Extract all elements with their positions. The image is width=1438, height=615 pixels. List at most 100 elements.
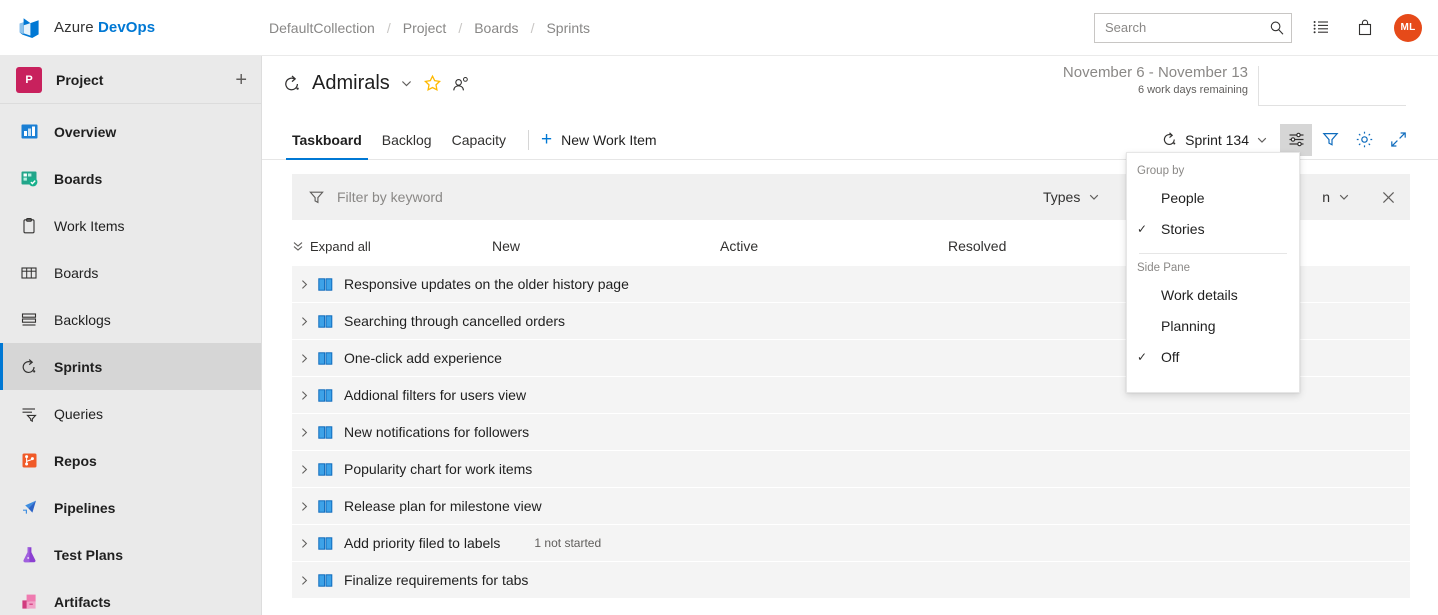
row-title: Searching through cancelled orders [344,313,565,329]
view-options-dropdown-menu: Group by People ✓ Stories Side Pane Work… [1126,152,1300,393]
user-story-icon [318,352,336,365]
settings-gear-icon[interactable] [1348,124,1380,156]
expand-row-chevron-icon[interactable] [300,279,318,290]
checkmark-icon: ✓ [1137,350,1161,364]
filter-pill-label: n [1322,189,1330,205]
expand-row-chevron-icon[interactable] [300,353,318,364]
sidebar-item-label: Queries [54,406,103,422]
table-row[interactable]: Finalize requirements for tabs [292,562,1410,599]
board-grid-icon [18,262,40,284]
sprint-icon [282,74,302,94]
search-icon[interactable] [1269,20,1285,36]
view-options-icon[interactable] [1280,124,1312,156]
dropdown-item-stories[interactable]: ✓ Stories [1127,213,1299,244]
expand-row-chevron-icon[interactable] [300,464,318,475]
sidebar-item-queries[interactable]: Queries [0,390,261,437]
sidebar-item-work-items[interactable]: Work Items [0,202,261,249]
tab-backlog[interactable]: Backlog [372,120,442,160]
dropdown-item-planning[interactable]: Planning [1127,310,1299,341]
boards-hub-icon [18,168,40,190]
dropdown-item-label: Planning [1161,318,1216,334]
team-members-icon[interactable] [452,75,470,93]
column-header-active: Active [720,238,948,254]
user-story-icon [318,574,336,587]
breadcrumb-item-collection[interactable]: DefaultCollection [263,20,381,36]
project-header[interactable]: P Project + [0,56,261,104]
page-title: Admirals [312,72,390,95]
sprint-days-remaining: 6 work days remaining [1063,84,1248,96]
azure-devops-window: Azure DevOps DefaultCollection / Project… [0,0,1438,615]
fullscreen-icon[interactable] [1382,124,1414,156]
overview-icon [18,121,40,143]
sprint-burndown-chart[interactable] [1258,66,1406,106]
favorite-star-icon[interactable] [423,74,442,93]
expand-row-chevron-icon[interactable] [300,501,318,512]
filter-icon[interactable] [1314,124,1346,156]
breadcrumb-item-project[interactable]: Project [397,20,453,36]
brand-home-link[interactable]: Azure DevOps [0,0,255,56]
list-icon[interactable] [1306,13,1336,43]
sidebar-item-test-plans[interactable]: Test Plans [0,531,261,578]
user-story-icon [318,315,336,328]
queries-icon [18,403,40,425]
user-story-icon [318,500,336,513]
new-work-item-button[interactable]: + New Work Item [541,130,657,149]
sidebar-item-boards-hub[interactable]: Boards [0,155,261,202]
sidebar-item-pipelines[interactable]: Pipelines [0,484,261,531]
dropdown-item-off[interactable]: ✓ Off [1127,341,1299,372]
backlogs-icon [18,309,40,331]
filter-types-dropdown[interactable]: Types [1027,181,1116,213]
double-chevron-down-icon [292,240,304,252]
expand-row-chevron-icon[interactable] [300,390,318,401]
filter-pill-label: Types [1043,189,1080,205]
tab-label: Backlog [382,132,432,148]
table-row[interactable]: Release plan for milestone view [292,488,1410,525]
close-filter-button[interactable] [1370,179,1406,215]
table-row[interactable]: New notifications for followers [292,414,1410,451]
sidebar-item-artifacts[interactable]: Artifacts [0,578,261,615]
avatar[interactable]: ML [1394,14,1422,42]
add-project-button[interactable]: + [235,70,247,90]
filter-keyword-input[interactable]: Filter by keyword [337,189,1027,205]
row-title: One-click add experience [344,350,502,366]
tab-capacity[interactable]: Capacity [442,120,516,160]
tab-taskboard[interactable]: Taskboard [282,120,372,160]
expand-row-chevron-icon[interactable] [300,538,318,549]
sprint-date-range: November 6 - November 13 [1063,64,1248,81]
expand-row-chevron-icon[interactable] [300,575,318,586]
table-row[interactable]: Popularity chart for work items [292,451,1410,488]
search-input[interactable]: Search [1094,13,1292,43]
row-title: Add priority filed to labels [344,535,500,551]
filter-extra-dropdown[interactable]: n [1306,181,1366,213]
sidebar-item-label: Overview [54,124,116,140]
breadcrumb-item-boards[interactable]: Boards [468,20,524,36]
breadcrumb-item-sprints[interactable]: Sprints [540,20,596,36]
shopping-bag-icon[interactable] [1350,13,1380,43]
dropdown-item-label: Work details [1161,287,1238,303]
sidebar-item-repos[interactable]: Repos [0,437,261,484]
sidebar-item-boards[interactable]: Boards [0,249,261,296]
top-header-actions: Search [1094,13,1438,43]
dropdown-item-label: Off [1161,349,1179,365]
brand-title: Azure DevOps [54,19,155,36]
dropdown-item-people[interactable]: People [1127,182,1299,213]
sidebar-item-sprints[interactable]: Sprints [0,343,261,390]
sprint-selector-label: Sprint 134 [1185,132,1249,148]
azure-devops-logo-icon [16,15,42,41]
expand-all-button[interactable]: Expand all [292,239,492,254]
work-items-icon [18,215,40,237]
user-story-icon [318,278,336,291]
chevron-down-icon [1338,191,1350,203]
chevron-down-icon[interactable] [400,77,413,90]
sprint-selector[interactable]: Sprint 134 [1151,124,1278,156]
dropdown-item-work-details[interactable]: Work details [1127,279,1299,310]
sidebar-item-overview[interactable]: Overview [0,108,261,155]
expand-row-chevron-icon[interactable] [300,427,318,438]
sprint-date-block: November 6 - November 13 6 work days rem… [1063,64,1248,96]
user-story-icon [318,463,336,476]
table-row[interactable]: Add priority filed to labels 1 not start… [292,525,1410,562]
expand-row-chevron-icon[interactable] [300,316,318,327]
tab-label: Capacity [452,132,506,148]
row-title: Responsive updates on the older history … [344,276,629,292]
sidebar-item-backlogs[interactable]: Backlogs [0,296,261,343]
